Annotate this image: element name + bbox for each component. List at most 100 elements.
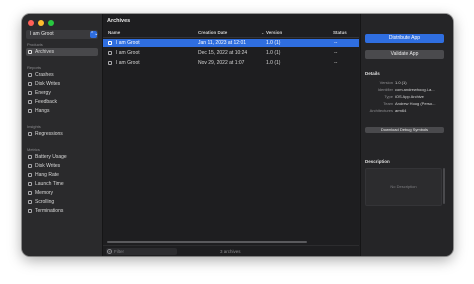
detail-key: Type bbox=[384, 94, 393, 99]
sidebar: I am Groot ⌃⌄ Products Archives Reports … bbox=[22, 14, 103, 256]
row-status: -- bbox=[334, 60, 338, 66]
sidebar-item-label: Disk Writes bbox=[35, 81, 61, 87]
row-name: I am Groot bbox=[116, 50, 140, 56]
battery-icon bbox=[28, 155, 32, 159]
table-row[interactable]: I am Groot Dec 15, 2022 at 10:24 1.0 (1)… bbox=[103, 49, 359, 57]
description-placeholder: No Description bbox=[390, 184, 417, 189]
sidebar-item-hang-rate[interactable]: Hang Rate bbox=[26, 171, 98, 179]
detail-key: Architectures bbox=[369, 108, 393, 113]
sidebar-item-label: Regressions bbox=[35, 131, 63, 137]
sidebar-item-hangs[interactable]: Hangs bbox=[26, 107, 98, 115]
minimize-window-button[interactable] bbox=[38, 20, 44, 26]
row-date: Nov 29, 2022 at 1:07 bbox=[198, 60, 245, 66]
sidebar-item-energy[interactable]: Energy bbox=[26, 89, 98, 97]
detail-row: Version 1.0 (1) bbox=[361, 79, 453, 86]
download-debug-symbols-button[interactable]: Download Debug Symbols bbox=[365, 127, 444, 133]
hang-icon bbox=[28, 109, 32, 113]
row-name: I am Groot bbox=[116, 40, 140, 46]
detail-value: Andrew Hoog (Perso... bbox=[395, 101, 436, 106]
detail-row: Identifier com.andrewhoog.i-a... bbox=[361, 86, 453, 93]
organizer-window: I am Groot ⌃⌄ Products Archives Reports … bbox=[22, 14, 453, 256]
sidebar-item-disk-writes-metric[interactable]: Disk Writes bbox=[26, 162, 98, 170]
hang-rate-icon bbox=[28, 173, 32, 177]
filter-placeholder: Filter bbox=[114, 249, 124, 254]
description-field[interactable]: No Description bbox=[365, 168, 442, 206]
column-header-label: Creation Date bbox=[198, 30, 228, 35]
validate-app-button[interactable]: Validate App bbox=[365, 50, 444, 59]
row-version: 1.0 (1) bbox=[266, 40, 281, 46]
detail-key: Identifier bbox=[377, 87, 393, 92]
page-title: Archives bbox=[107, 18, 131, 24]
row-status: -- bbox=[334, 40, 338, 46]
metrics-header: Metrics bbox=[27, 147, 40, 152]
archive-count: 3 archives bbox=[220, 249, 241, 254]
sidebar-item-archives[interactable]: Archives bbox=[26, 48, 98, 56]
sidebar-item-memory[interactable]: Memory bbox=[26, 189, 98, 197]
detail-value: com.andrewhoog.i-a... bbox=[395, 87, 435, 92]
column-header-name[interactable]: Name bbox=[108, 30, 120, 35]
archive-icon bbox=[108, 41, 112, 45]
sidebar-item-label: Terminations bbox=[35, 208, 64, 214]
sidebar-item-label: Battery Usage bbox=[35, 154, 67, 160]
details-header: Details bbox=[365, 71, 380, 76]
archive-icon bbox=[108, 61, 112, 65]
bottom-bar: + Filter 3 archives bbox=[103, 245, 359, 256]
disk-icon bbox=[28, 164, 32, 168]
sidebar-item-scrolling[interactable]: Scrolling bbox=[26, 198, 98, 206]
sidebar-item-label: Scrolling bbox=[35, 199, 55, 205]
launch-icon bbox=[28, 182, 32, 186]
distribute-app-button[interactable]: Distribute App bbox=[365, 34, 444, 43]
close-window-button[interactable] bbox=[28, 20, 34, 26]
horizontal-scrollbar[interactable] bbox=[107, 241, 307, 243]
sidebar-item-label: Hangs bbox=[35, 108, 50, 114]
insights-header: Insights bbox=[27, 124, 41, 129]
column-header-status[interactable]: Status bbox=[333, 30, 347, 35]
table-header: Name Creation Date ⌄ Version Status bbox=[103, 29, 359, 38]
detail-value: iOS App Archive bbox=[395, 94, 424, 99]
sort-descending-icon: ⌄ bbox=[261, 30, 265, 35]
sidebar-item-label: Memory bbox=[35, 190, 54, 196]
crash-icon bbox=[28, 73, 32, 77]
detail-value: 1.0 (1) bbox=[395, 80, 407, 85]
table-row[interactable]: I am Groot Nov 29, 2022 at 1:07 1.0 (1) … bbox=[103, 59, 359, 67]
app-selector-value: I am Groot bbox=[30, 31, 54, 37]
memory-icon bbox=[28, 191, 32, 195]
scroll-icon bbox=[28, 200, 32, 204]
inspector-pane: Distribute App Validate App Details Vers… bbox=[360, 14, 453, 256]
sidebar-item-feedback[interactable]: Feedback bbox=[26, 98, 98, 106]
archives-pane: Archives Name Creation Date ⌄ Version St… bbox=[103, 14, 359, 256]
description-header: Description bbox=[365, 159, 390, 164]
app-selector[interactable]: I am Groot ⌃⌄ bbox=[26, 30, 98, 39]
row-status: -- bbox=[334, 50, 338, 56]
sidebar-item-disk-writes[interactable]: Disk Writes bbox=[26, 80, 98, 88]
detail-key: Team bbox=[383, 101, 393, 106]
sidebar-item-launch-time[interactable]: Launch Time bbox=[26, 180, 98, 188]
window-controls bbox=[28, 20, 54, 26]
sidebar-item-label: Feedback bbox=[35, 99, 57, 105]
table-row[interactable]: I am Groot Jan 11, 2023 at 12:01 1.0 (1)… bbox=[103, 39, 359, 47]
filter-field[interactable]: + Filter bbox=[106, 248, 177, 255]
detail-row: Team Andrew Hoog (Perso... bbox=[361, 100, 453, 107]
regression-icon bbox=[28, 132, 32, 136]
sidebar-item-label: Crashes bbox=[35, 72, 54, 78]
archive-icon bbox=[108, 51, 112, 55]
row-date: Dec 15, 2022 at 10:24 bbox=[198, 50, 248, 56]
sidebar-item-battery-usage[interactable]: Battery Usage bbox=[26, 153, 98, 161]
archive-icon bbox=[28, 50, 32, 54]
filter-icon: + bbox=[107, 249, 112, 254]
sidebar-item-terminations[interactable]: Terminations bbox=[26, 207, 98, 215]
row-name: I am Groot bbox=[116, 60, 140, 66]
row-date: Jan 11, 2023 at 12:01 bbox=[198, 40, 247, 46]
zoom-window-button[interactable] bbox=[48, 20, 54, 26]
sidebar-item-label: Archives bbox=[35, 49, 55, 55]
sidebar-item-crashes[interactable]: Crashes bbox=[26, 71, 98, 79]
column-header-version[interactable]: Version bbox=[266, 30, 282, 35]
column-header-creation-date[interactable]: Creation Date ⌄ bbox=[198, 30, 268, 35]
sidebar-item-label: Energy bbox=[35, 90, 51, 96]
sidebar-item-regressions[interactable]: Regressions bbox=[26, 130, 98, 138]
description-scrollbar[interactable] bbox=[443, 168, 445, 204]
products-header: Products bbox=[27, 42, 43, 47]
feedback-icon bbox=[28, 100, 32, 104]
row-version: 1.0 (1) bbox=[266, 50, 281, 56]
sidebar-item-label: Launch Time bbox=[35, 181, 64, 187]
